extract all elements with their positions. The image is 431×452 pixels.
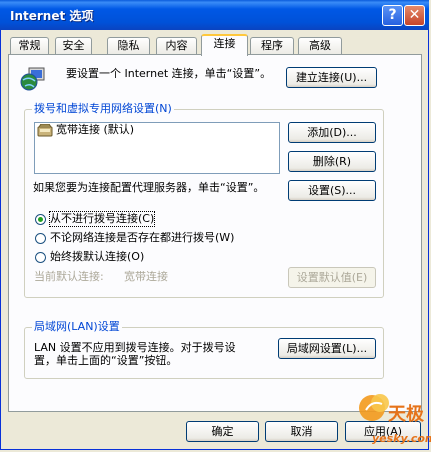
current-default-value: 宽带连接: [124, 270, 168, 283]
dialup-legend: 拨号和虚拟专用网络设置(N): [32, 102, 174, 115]
radio-dial-whenever[interactable]: [35, 233, 46, 244]
tab-advanced[interactable]: 高级: [298, 37, 342, 54]
tab-connections[interactable]: 连接: [201, 34, 248, 56]
tab-content[interactable]: 内容: [156, 37, 197, 54]
close-button[interactable]: ✕: [404, 5, 425, 26]
lan-legend: 局域网(LAN)设置: [32, 320, 122, 333]
tab-security[interactable]: 安全: [55, 37, 92, 54]
radio-always-dial-default[interactable]: [35, 252, 46, 263]
setup-description: 要设置一个 Internet 连接，单击“设置”。: [66, 67, 272, 80]
watermark-domain: yesky.com: [372, 432, 431, 445]
internet-globe-icon: [20, 67, 45, 91]
radio-never-dial[interactable]: [35, 214, 46, 225]
proxy-settings-description: 如果您要为连接配置代理服务器，单击“设置”。: [33, 181, 265, 194]
lan-description-line2: 置，单击上面的“设置”按钮。: [34, 354, 178, 367]
settings-button[interactable]: 设置(S)...: [288, 180, 376, 201]
watermark-brand: 天极: [388, 404, 424, 425]
window-title: Internet 选项: [10, 9, 94, 23]
tab-general[interactable]: 常规: [10, 37, 49, 54]
remove-button[interactable]: 删除(R): [288, 151, 376, 172]
tab-privacy[interactable]: 隐私: [107, 37, 150, 54]
connection-list-item[interactable]: 宽带连接 (默认): [56, 123, 134, 137]
help-button[interactable]: ?: [382, 5, 403, 26]
current-default-label: 当前默认连接:: [34, 270, 104, 283]
add-button[interactable]: 添加(D)...: [288, 122, 376, 143]
cancel-button[interactable]: 取消: [265, 421, 338, 442]
setup-connection-button[interactable]: 建立连接(U)...: [286, 67, 377, 88]
lan-settings-button[interactable]: 局域网设置(L)...: [278, 338, 376, 359]
option-never-dial[interactable]: 从不进行拨号连接(C): [48, 211, 156, 227]
set-default-button[interactable]: 设置默认值(E): [288, 267, 376, 288]
lan-description-line1: LAN 设置不应用到拨号连接。对于拨号设: [34, 341, 236, 354]
tab-programs[interactable]: 程序: [250, 37, 294, 54]
broadband-connection-icon: [37, 124, 53, 137]
option-always-dial-default[interactable]: 始终拨默认连接(O): [50, 250, 144, 264]
option-dial-whenever[interactable]: 不论网络连接是否存在都进行拨号(W): [50, 231, 234, 245]
ok-button[interactable]: 确定: [186, 421, 259, 442]
